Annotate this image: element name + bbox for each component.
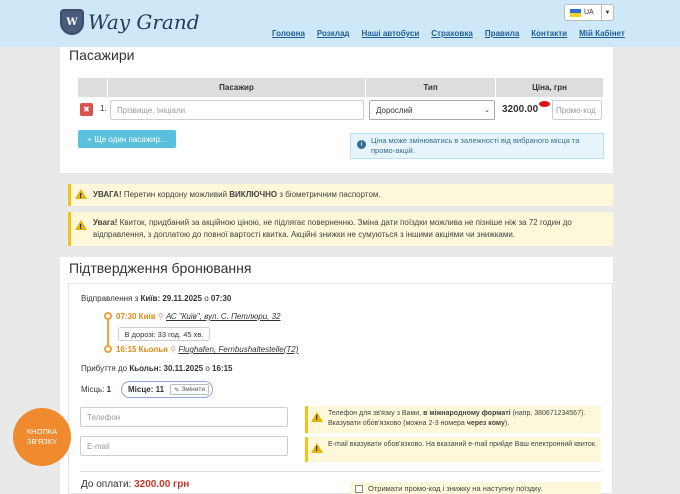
row-number: 1. — [100, 104, 107, 113]
promo-option: Отримати промо-код і знижку на наступну … — [350, 482, 601, 494]
arrival-city-date: Кьольн: 30.11.2025 — [129, 364, 204, 373]
th-price: Ціна, грн — [532, 83, 567, 92]
route-end-dot — [104, 345, 112, 353]
seat-selection: Місце: 11 ✎ Змінити — [121, 381, 213, 398]
total-line: До оплати: 3200.00 грн — [81, 479, 189, 490]
th-type: Тип — [366, 78, 496, 97]
info-icon: i — [357, 140, 366, 149]
seat-label: Місце: 11 — [128, 385, 165, 394]
caret-down-icon: ▼ — [601, 5, 613, 20]
to-pay-value: 3200.00 грн — [134, 479, 190, 490]
departure-info: Відправлення з Київ: 29.11.2025 о 07:30 — [81, 294, 231, 303]
remove-passenger-button[interactable]: ✖ — [80, 103, 93, 116]
departure-city-date: Київ: 29.11.2025 — [140, 294, 202, 303]
phone-note: ! Телефон для зв'язку з Вами, в міжнарод… — [305, 406, 601, 433]
total-divider — [80, 471, 601, 472]
promo-option-text: Отримати промо-код і знижку на наступну … — [368, 484, 543, 493]
promo-checkbox[interactable] — [355, 485, 363, 493]
stop-arrival: 16:15 Кьольн ⚲ Flughafen, Fernbushaltest… — [116, 345, 298, 354]
language-code: UA — [584, 9, 594, 16]
confirmation-title: Підтвердження бронювання — [69, 260, 252, 276]
arrival-info: Прибуття до Кьольн: 30.11.2025 о 16:15 — [81, 364, 233, 373]
map-pin-icon: ⚲ — [170, 345, 177, 354]
site-header: W Way Grand UA ▼ Головна Розклад Наші ав… — [0, 0, 680, 47]
departure-time: 07:30 — [210, 294, 232, 303]
warning-bold: ВИКЛЮЧНО — [229, 190, 278, 199]
contact-button[interactable]: КНОПКА ЗВ'ЯЗКУ — [13, 408, 71, 466]
duration-badge: В дорозі: 33 год. 45 хв. — [118, 327, 210, 341]
passenger-type-select[interactable]: Дорослий ⌄ — [369, 100, 495, 120]
warning-biometric: ! УВАГА! Перетин кордону можливий ВИКЛЮЧ… — [68, 184, 613, 206]
main-nav: Головна Розклад Наші автобуси Страховка … — [272, 29, 625, 38]
promo-code-input[interactable]: Промо-код — [552, 100, 602, 120]
arrival-time: 16:15 — [212, 364, 233, 373]
change-seat-button[interactable]: ✎ Змінити — [170, 384, 209, 395]
warning-icon: ! — [311, 412, 323, 422]
departure-prefix: Відправлення з — [81, 294, 139, 303]
chevron-down-icon: ⌄ — [484, 107, 490, 114]
phone-note-c: ). — [504, 420, 510, 427]
price-info-text: Ціна може змінюватись в залежності від в… — [371, 136, 580, 155]
stop1-address[interactable]: АС "Київ", вул. С. Петлюри, 32 — [166, 312, 281, 321]
route-start-dot — [104, 312, 112, 320]
nav-insurance[interactable]: Страховка — [431, 29, 473, 38]
to-pay-label: До оплати: — [81, 479, 132, 490]
nav-home[interactable]: Головна — [272, 29, 305, 38]
warning-promo-ticket: ! Увага! Квиток, придбаний за акційною ц… — [68, 212, 613, 246]
change-seat-label: Змінити — [181, 386, 205, 393]
language-select[interactable]: UA ▼ — [564, 4, 614, 21]
passengers-table-header: Пасажир Тип Ціна, грн — [78, 78, 603, 97]
departure-at: о — [204, 294, 209, 303]
warning-label: УВАГА! — [93, 190, 122, 199]
stop2-time: 16:15 Кьольн — [116, 345, 169, 354]
nav-rules[interactable]: Правила — [485, 29, 519, 38]
seats-count: 1 — [106, 385, 112, 394]
ukraine-flag-icon — [570, 8, 581, 17]
warning-label: Увага! — [93, 218, 118, 227]
phone-input[interactable]: Телефон — [80, 407, 288, 427]
passengers-title: Пасажири — [69, 47, 135, 63]
th-passenger: Пасажир — [108, 78, 366, 97]
email-note: ! E-mail вказувати обов'язково. На вказа… — [305, 437, 601, 462]
logo-badge: W — [60, 9, 84, 35]
phone-note-bold: в міжнародному форматі — [423, 410, 511, 417]
th-empty — [78, 78, 108, 97]
arrival-prefix: Прибуття до — [81, 364, 128, 373]
passenger-price: 3200.00 — [502, 104, 539, 115]
arrival-at: о — [205, 364, 210, 373]
nav-contacts[interactable]: Контакти — [531, 29, 567, 38]
seats-label: Місць: — [81, 385, 105, 394]
warning-icon: ! — [311, 443, 323, 453]
price-marker — [539, 101, 550, 107]
seats-count-label: Місць: 1 — [81, 385, 111, 394]
logo[interactable]: W Way Grand — [60, 9, 200, 35]
warning-text-end: з біометричним паспортом. — [279, 190, 381, 199]
nav-buses[interactable]: Наші автобуси — [362, 29, 420, 38]
email-note-text: E-mail вказувати обов'язково. На вказани… — [328, 441, 597, 448]
warning-text: Квиток, придбаний за акційною ціною, не … — [93, 218, 572, 239]
nav-schedule[interactable]: Розклад — [317, 29, 350, 38]
warning-text: Перетин кордону можливий — [123, 190, 228, 199]
phone-note-a: Телефон для зв'язку з Вами, — [328, 410, 422, 417]
price-info-box: i Ціна може змінюватись в залежності від… — [350, 133, 604, 159]
map-pin-icon: ⚲ — [157, 312, 164, 321]
phone-note-bold2: через кому — [466, 420, 505, 427]
logo-text: Way Grand — [88, 10, 200, 34]
add-passenger-button[interactable]: + Ще один пасажир... — [78, 130, 176, 148]
nav-cabinet[interactable]: Мій Кабінет — [579, 29, 625, 38]
email-input[interactable]: E-mail — [80, 436, 288, 456]
warning-icon: ! — [75, 189, 87, 200]
stop-departure: 07:30 Київ ⚲ АС "Київ", вул. С. Петлюри,… — [116, 312, 281, 321]
passenger-type-value: Дорослий — [376, 105, 413, 115]
stop1-time: 07:30 Київ — [116, 312, 156, 321]
stop2-address[interactable]: Flughafen, Fernbushaltestelle(T2) — [178, 345, 298, 354]
passenger-name-input[interactable]: Прізвище, Ініціали — [110, 100, 364, 120]
warning-icon: ! — [75, 220, 87, 231]
edit-icon: ✎ — [174, 386, 180, 394]
